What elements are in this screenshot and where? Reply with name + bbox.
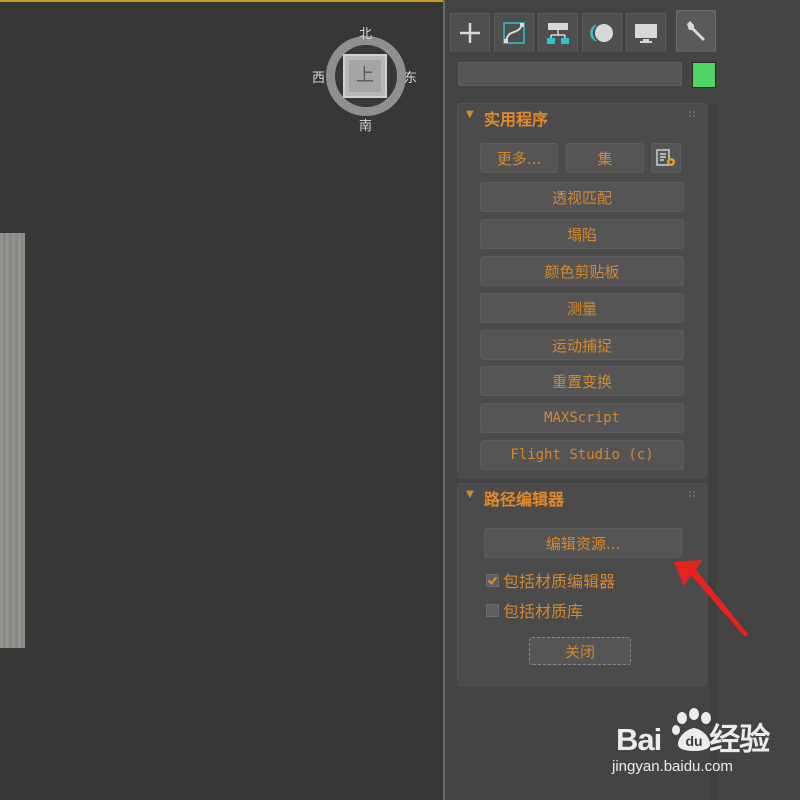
motion-capture-button[interactable]: 运动捕捉 — [480, 330, 684, 360]
object-name-field[interactable] — [458, 62, 682, 86]
edit-resources-button[interactable]: 编辑资源... — [484, 528, 682, 558]
include-material-editor-checkbox[interactable] — [486, 573, 499, 587]
command-panel-tabs — [450, 10, 800, 52]
watermark-url: jingyan.baidu.com — [612, 758, 733, 775]
path-editor-rollout-header[interactable]: ▼ 路径编辑器 — [458, 484, 706, 510]
viewcube[interactable]: 上 北 南 西 东 — [312, 27, 418, 134]
include-material-editor-label: 包括材质编辑器 — [503, 572, 616, 591]
configure-button-sets-button[interactable] — [651, 143, 681, 173]
watermark-brand-a: Bai — [616, 722, 662, 757]
reset-xform-button[interactable]: 重置变换 — [480, 366, 684, 396]
baidu-jingyan-watermark: Bai 经验 du jingyan.baidu.com — [612, 708, 792, 792]
include-material-editor-row[interactable]: 包括材质编辑器 — [486, 570, 616, 591]
utilities-rollout: ▼ 实用程序 更多... 集 透视匹配 塌陷 颜色剪贴板 测量 运动捕捉 重置变… — [457, 103, 707, 478]
watermark-brand-b: 经验 — [709, 722, 770, 757]
object-color-swatch[interactable] — [692, 62, 716, 88]
drag-grip-icon[interactable] — [688, 110, 696, 118]
display-monitor-icon — [635, 24, 657, 43]
maxscript-button[interactable]: MAXScript — [480, 403, 684, 433]
compass-east-label: 东 — [404, 71, 418, 86]
utilities-rollout-title: 实用程序 — [484, 110, 549, 129]
collapse-button[interactable]: 塌陷 — [480, 219, 684, 249]
command-panel: ▼ 实用程序 更多... 集 透视匹配 塌陷 颜色剪贴板 测量 运动捕捉 重置变… — [445, 0, 800, 800]
color-clipboard-button[interactable]: 颜色剪贴板 — [480, 256, 684, 286]
tab-motion[interactable] — [582, 13, 622, 52]
include-material-library-row[interactable]: 包括材质库 — [486, 600, 584, 621]
measure-button[interactable]: 测量 — [480, 293, 684, 323]
collapse-arrow-icon: ▼ — [466, 109, 474, 120]
scene-object[interactable] — [0, 233, 25, 648]
drag-grip-icon[interactable] — [688, 490, 696, 498]
perspective-match-button[interactable]: 透视匹配 — [480, 182, 684, 212]
watermark-paw-text: du — [685, 733, 702, 749]
more-button[interactable]: 更多... — [480, 143, 558, 173]
viewcube-top-face[interactable]: 上 — [349, 60, 381, 92]
configure-button-sets-icon — [656, 149, 675, 166]
include-material-library-label: 包括材质库 — [503, 602, 584, 621]
compass-south-label: 南 — [359, 119, 373, 134]
tab-hierarchy[interactable] — [538, 13, 578, 52]
close-button[interactable]: 关闭 — [529, 637, 631, 665]
baidu-paw-icon: du — [672, 708, 711, 751]
tab-display[interactable] — [626, 13, 666, 52]
collapse-arrow-icon: ▼ — [466, 489, 474, 500]
compass-west-label: 西 — [312, 71, 326, 86]
flight-studio-button[interactable]: Flight Studio (c) — [480, 440, 684, 470]
path-editor-rollout-title: 路径编辑器 — [484, 490, 565, 509]
viewcube-cube[interactable]: 上 — [343, 54, 387, 98]
sets-button[interactable]: 集 — [566, 143, 644, 173]
include-material-library-checkbox[interactable] — [486, 603, 499, 617]
compass-north-label: 北 — [359, 27, 373, 42]
active-viewport-border — [0, 0, 443, 2]
viewport[interactable]: 上 北 南 西 东 — [0, 0, 443, 800]
modify-curve-icon — [503, 22, 525, 44]
motion-icon — [590, 24, 613, 42]
hierarchy-icon — [547, 23, 569, 44]
tab-modify[interactable] — [494, 13, 534, 52]
tab-create[interactable] — [450, 13, 490, 52]
plus-icon — [460, 23, 480, 43]
checkmark-icon — [487, 575, 498, 585]
tab-utilities[interactable] — [676, 10, 716, 52]
annotation-arrow — [674, 560, 748, 637]
utilities-rollout-header[interactable]: ▼ 实用程序 — [458, 104, 706, 130]
panel-scrollbar[interactable] — [709, 104, 717, 800]
wrench-icon — [687, 20, 705, 41]
